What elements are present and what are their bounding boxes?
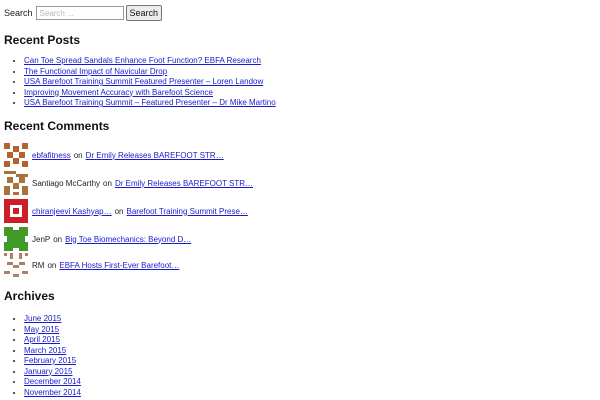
comment-on-text: on (114, 206, 124, 216)
archives-list: June 2015 May 2015 April 2015 March 2015… (8, 314, 81, 398)
recent-post-link[interactable]: USA Barefoot Training Summit Featured Pr… (24, 77, 263, 86)
comment-on-text: on (73, 150, 83, 160)
avatar (4, 253, 28, 277)
archive-link[interactable]: December 2014 (24, 377, 81, 386)
list-item: Can Toe Spread Sandals Enhance Foot Func… (24, 56, 276, 67)
comment-author-link[interactable]: chiranjeevi Kashyap… (32, 207, 112, 216)
list-item: January 2015 (24, 367, 81, 378)
comment-item: JenP on Big Toe Biomechanics: Beyond D… (4, 227, 191, 251)
list-item: May 2015 (24, 325, 81, 336)
comment-author: JenP (32, 234, 51, 244)
list-item: March 2015 (24, 346, 81, 357)
list-item: The Functional Impact of Navicular Drop (24, 67, 276, 78)
avatar (4, 227, 28, 251)
search-form: Search Search (4, 5, 163, 21)
avatar (4, 143, 28, 167)
avatar (4, 171, 28, 195)
search-label: Search (4, 8, 33, 18)
recent-comments-heading: Recent Comments (4, 119, 110, 133)
archive-link[interactable]: March 2015 (24, 346, 66, 355)
list-item: Improving Movement Accuracy with Barefoo… (24, 88, 276, 99)
comment-author: Santiago McCarthy (32, 178, 101, 188)
archive-link[interactable]: January 2015 (24, 367, 72, 376)
comment-item: Santiago McCarthy on Dr Emily Releases B… (4, 171, 253, 195)
search-input[interactable] (35, 6, 124, 20)
archive-link[interactable]: April 2015 (24, 335, 60, 344)
list-item: USA Barefoot Training Summit Featured Pr… (24, 77, 276, 88)
list-item: USA Barefoot Training Summit – Featured … (24, 98, 276, 109)
comment-post-link[interactable]: Dr Emily Releases BAREFOOT STR… (115, 179, 253, 188)
comment-on-text: on (47, 260, 57, 270)
archive-link[interactable]: November 2014 (24, 388, 81, 397)
comment-on-text: on (103, 178, 112, 188)
comment-post-link[interactable]: Barefoot Training Summit Prese… (127, 207, 248, 216)
comment-item: RM on EBFA Hosts First-Ever Barefoot… (4, 253, 179, 277)
list-item: November 2014 (24, 388, 81, 399)
comment-post-link[interactable]: Dr Emily Releases BAREFOOT STR… (86, 151, 224, 160)
comment-on-text: on (53, 234, 63, 244)
comment-item: chiranjeevi Kashyap… on Barefoot Trainin… (4, 199, 248, 223)
recent-post-link[interactable]: The Functional Impact of Navicular Drop (24, 67, 167, 76)
recent-post-link[interactable]: Can Toe Spread Sandals Enhance Foot Func… (24, 56, 261, 65)
archive-link[interactable]: June 2015 (24, 314, 61, 323)
recent-posts-list: Can Toe Spread Sandals Enhance Foot Func… (8, 56, 276, 109)
comment-post-link[interactable]: EBFA Hosts First-Ever Barefoot… (59, 261, 179, 270)
search-button[interactable]: Search (125, 5, 163, 21)
list-item: February 2015 (24, 356, 81, 367)
archives-heading: Archives (4, 289, 55, 303)
comment-author: RM (32, 260, 45, 270)
comment-item: ebfafitness on Dr Emily Releases BAREFOO… (4, 143, 224, 167)
list-item: April 2015 (24, 335, 81, 346)
comment-post-link[interactable]: Big Toe Biomechanics: Beyond D… (65, 235, 191, 244)
list-item: June 2015 (24, 314, 81, 325)
comment-author-link[interactable]: ebfafitness (32, 151, 71, 160)
recent-post-link[interactable]: USA Barefoot Training Summit – Featured … (24, 98, 276, 107)
recent-post-link[interactable]: Improving Movement Accuracy with Barefoo… (24, 88, 213, 97)
archive-link[interactable]: May 2015 (24, 325, 59, 334)
recent-posts-heading: Recent Posts (4, 33, 81, 47)
archive-link[interactable]: February 2015 (24, 356, 76, 365)
list-item: December 2014 (24, 377, 81, 388)
avatar (4, 199, 28, 223)
